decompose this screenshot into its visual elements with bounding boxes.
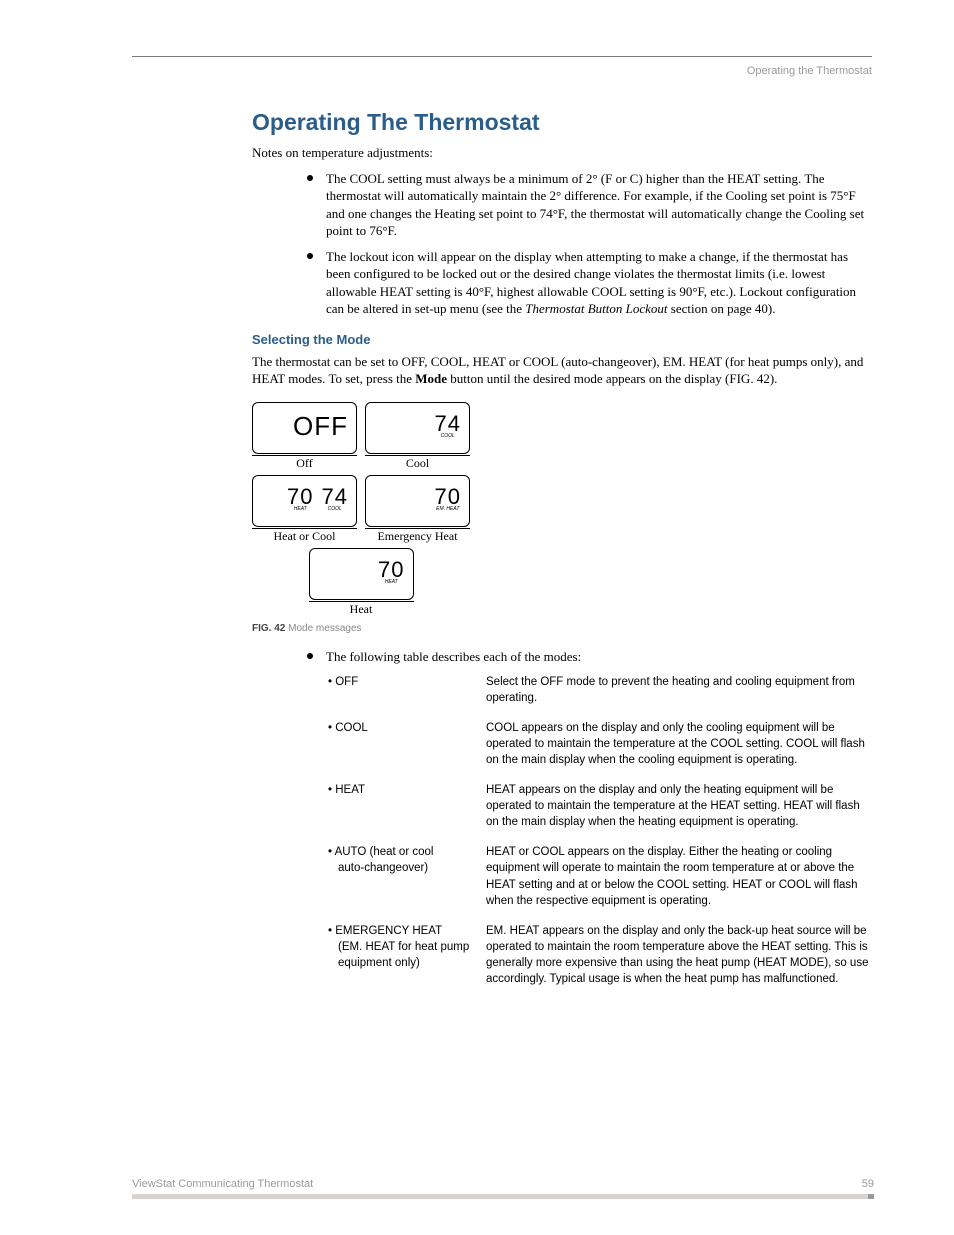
page-title: Operating The Thermostat: [132, 109, 872, 136]
mode-name: • EMERGENCY HEAT (EM. HEAT for heat pump…: [328, 923, 486, 987]
table-row: • AUTO (heat or cool auto-changeover) HE…: [328, 844, 872, 908]
paragraph-part: button until the desired mode appears on…: [447, 371, 777, 386]
mode-desc: Select the OFF mode to prevent the heati…: [486, 674, 872, 706]
page-footer: ViewStat Communicating Thermostat 59: [132, 1178, 874, 1199]
lcd-cell-heat: 70 HEAT Heat: [309, 548, 414, 617]
paragraph-bold: Mode: [415, 371, 447, 386]
lcd-cell-off: OFF Off: [252, 402, 357, 471]
lcd-display: 74: [322, 486, 348, 508]
lcd-display: 70: [378, 559, 404, 581]
intro-text: Notes on temperature adjustments:: [132, 144, 872, 162]
table-intro-list: The following table describes each of th…: [132, 648, 872, 666]
lcd-label: Off: [252, 455, 357, 471]
note-item: The lockout icon will appear on the disp…: [312, 248, 872, 318]
table-row: • COOL COOL appears on the display and o…: [328, 720, 872, 768]
lcd-cell-heatcool: 70 HEAT 74 COOL Heat or Cool: [252, 475, 357, 544]
mode-name: • AUTO (heat or cool auto-changeover): [328, 844, 486, 908]
mode-name: • COOL: [328, 720, 486, 768]
section-paragraph: The thermostat can be set to OFF, COOL, …: [132, 353, 872, 388]
table-row: • HEAT HEAT appears on the display and o…: [328, 782, 872, 830]
lcd-sublabel: COOL: [441, 433, 455, 439]
lcd-display: 70: [435, 486, 461, 508]
figure-42: OFF Off 74 COOL Cool 70: [132, 402, 872, 617]
lcd-label: Cool: [365, 455, 470, 471]
caption-number: FIG. 42: [252, 623, 285, 634]
lcd-sublabel: COOL: [328, 506, 342, 512]
lcd-display: 74: [435, 413, 461, 435]
mode-name: • HEAT: [328, 782, 486, 830]
table-row: • EMERGENCY HEAT (EM. HEAT for heat pump…: [328, 923, 872, 987]
mode-desc: HEAT appears on the display and only the…: [486, 782, 872, 830]
note-text-part: section on page 40).: [668, 301, 776, 316]
lcd-label: Emergency Heat: [365, 528, 470, 544]
mode-name: • OFF: [328, 674, 486, 706]
mode-desc: COOL appears on the display and only the…: [486, 720, 872, 768]
lcd-sublabel: HEAT: [294, 506, 307, 512]
footer-page-number: 59: [862, 1178, 874, 1190]
lcd-display: OFF: [293, 413, 348, 439]
lcd-sublabel: HEAT: [385, 579, 398, 585]
figure-caption: FIG. 42 Mode messages: [132, 623, 872, 634]
footer-rule: [132, 1194, 874, 1199]
mode-desc: EM. HEAT appears on the display and only…: [486, 923, 872, 987]
caption-text: Mode messages: [285, 623, 361, 634]
footer-left: ViewStat Communicating Thermostat: [132, 1178, 313, 1190]
mode-table: • OFF Select the OFF mode to prevent the…: [132, 674, 872, 988]
header-rule: [132, 56, 872, 57]
table-row: • OFF Select the OFF mode to prevent the…: [328, 674, 872, 706]
note-item: The COOL setting must always be a minimu…: [312, 170, 872, 240]
table-intro-item: The following table describes each of th…: [312, 648, 872, 666]
section-heading: Selecting the Mode: [132, 332, 872, 347]
mode-desc: HEAT or COOL appears on the display. Eit…: [486, 844, 872, 908]
lcd-cell-emergency: 70 EM. HEAT Emergency Heat: [365, 475, 470, 544]
lcd-display: 70: [287, 486, 313, 508]
note-italic-ref: Thermostat Button Lockout: [525, 301, 667, 316]
notes-list: The COOL setting must always be a minimu…: [132, 170, 872, 318]
running-header: Operating the Thermostat: [132, 65, 872, 77]
lcd-sublabel: EM. HEAT: [436, 506, 459, 512]
lcd-cell-cool: 74 COOL Cool: [365, 402, 470, 471]
lcd-label: Heat: [309, 601, 414, 617]
lcd-label: Heat or Cool: [252, 528, 357, 544]
